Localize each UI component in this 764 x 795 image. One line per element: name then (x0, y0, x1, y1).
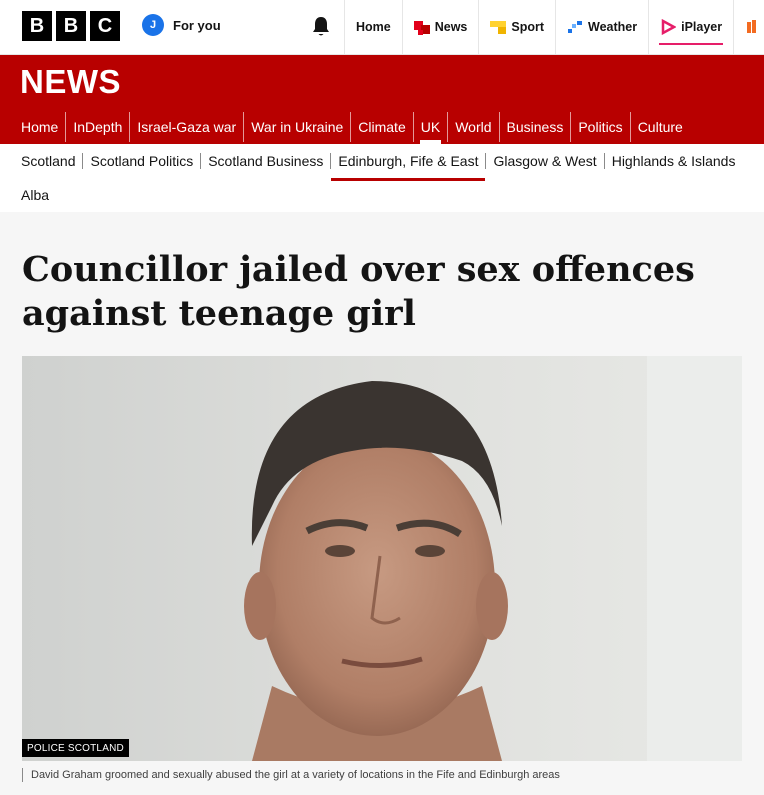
sport-icon (490, 21, 507, 34)
article-headline: Councillor jailed over sex offences agai… (22, 249, 695, 334)
main-nav-politics[interactable]: Politics (571, 112, 631, 142)
account-button[interactable]: J For you (142, 14, 221, 36)
logo-letter-c: C (90, 11, 120, 41)
main-nav-climate[interactable]: Climate (351, 112, 414, 142)
main-nav: Home InDepth Israel-Gaza war War in Ukra… (14, 112, 690, 144)
iplayer-icon (661, 19, 677, 35)
sub-nav-glasgow-west[interactable]: Glasgow & West (486, 153, 605, 169)
nav-sport[interactable]: Sport (478, 0, 555, 54)
main-nav-business[interactable]: Business (500, 112, 572, 142)
sub-nav-edinburgh-fife-east[interactable]: Edinburgh, Fife & East (331, 153, 487, 181)
main-nav-world[interactable]: World (448, 112, 500, 142)
sub-nav-scotland-business[interactable]: Scotland Business (201, 153, 332, 169)
main-nav-home[interactable]: Home (14, 112, 67, 142)
nav-news-label: News (434, 20, 468, 34)
bbc-logo[interactable]: B B C (22, 11, 120, 41)
sub-nav-scotland[interactable]: Scotland (14, 153, 84, 169)
news-banner: NEWS Home InDepth Israel-Gaza war War in… (0, 55, 764, 144)
nav-iplayer[interactable]: iPlayer (648, 0, 733, 54)
article: Councillor jailed over sex offences agai… (0, 212, 764, 795)
sounds-icon (747, 20, 757, 33)
main-nav-culture[interactable]: Culture (631, 112, 690, 142)
news-icon (413, 21, 430, 35)
logo-letter-b2: B (56, 11, 86, 41)
for-you-label: For you (173, 17, 221, 33)
sub-nav-row-1: Scotland Scotland Politics Scotland Busi… (14, 153, 743, 181)
main-nav-ukraine[interactable]: War in Ukraine (244, 112, 352, 142)
nav-more[interactable] (733, 0, 761, 54)
weather-icon (568, 21, 583, 33)
article-image (22, 356, 742, 761)
sub-nav: Scotland Scotland Politics Scotland Busi… (0, 144, 764, 212)
news-wordmark[interactable]: NEWS (20, 63, 121, 101)
service-nav: Home News Sport Weather iPlayer (344, 0, 761, 54)
portrait-photo (22, 356, 742, 761)
main-nav-indepth[interactable]: InDepth (66, 112, 131, 142)
global-header: B B C J For you Home News Sport Weather … (0, 0, 764, 55)
avatar: J (142, 14, 164, 36)
sub-nav-scotland-politics[interactable]: Scotland Politics (83, 153, 202, 169)
nav-news[interactable]: News (401, 0, 479, 54)
bell-icon[interactable] (311, 15, 331, 37)
nav-weather[interactable]: Weather (555, 0, 648, 54)
nav-home[interactable]: Home (344, 0, 402, 54)
nav-home-label: Home (356, 20, 391, 34)
nav-iplayer-label: iPlayer (681, 20, 723, 34)
main-nav-israel-gaza[interactable]: Israel-Gaza war (130, 112, 245, 142)
sub-nav-alba[interactable]: Alba (14, 187, 56, 203)
nav-weather-label: Weather (588, 20, 638, 34)
logo-letter-b1: B (22, 11, 52, 41)
image-caption: David Graham groomed and sexually abused… (22, 768, 560, 782)
nav-sport-label: Sport (511, 20, 545, 34)
image-credit: POLICE SCOTLAND (22, 739, 129, 757)
sub-nav-highlands-islands[interactable]: Highlands & Islands (605, 153, 743, 169)
main-nav-uk[interactable]: UK (414, 112, 449, 144)
sub-nav-row-2: Alba (14, 187, 56, 203)
